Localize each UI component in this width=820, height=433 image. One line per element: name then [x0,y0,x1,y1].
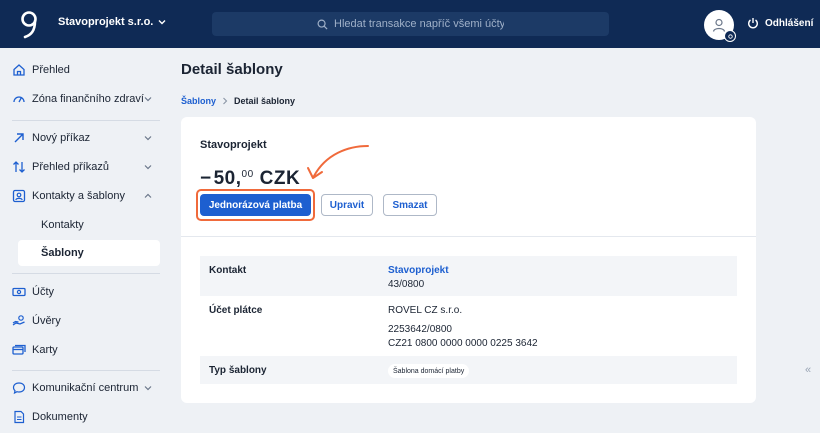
breadcrumb-link-sablony[interactable]: Šablony [181,96,216,106]
company-name: Stavoprojekt s.r.o. [58,16,154,28]
power-icon [748,18,758,29]
sidebar-item-karty[interactable]: Karty [0,336,168,364]
user-avatar[interactable] [704,10,736,42]
settings-badge-icon[interactable] [724,30,736,42]
amount-decimal: 00 [241,169,254,180]
gauge-icon [13,96,25,103]
page-title: Detail šablony [181,61,283,78]
sidebar-item-label: Kontakty a šablony [32,190,125,202]
company-switcher[interactable]: Stavoprojekt s.r.o. [58,16,167,28]
contact-link[interactable]: Stavoprojekt [388,265,449,276]
template-amount: − 50, 00 CZK [200,168,300,190]
chevron-down-icon [144,136,152,141]
sidebar-item-label: Úvěry [32,315,61,327]
payer-name: ROVEL CZ s.r.o. [388,305,463,316]
sidebar-item-ucty[interactable]: Účty [0,278,168,306]
detail-key: Typ šablony [209,365,267,376]
one-time-payment-button[interactable]: Jednorázová platba [200,194,311,216]
chevron-right-icon [223,97,228,105]
sidebar-item-sablony[interactable]: Šablony [18,240,160,266]
chevron-down-icon [144,97,152,102]
sidebar-item-komunikacni-centrum[interactable]: Komunikační centrum [0,374,168,402]
search-icon [317,19,328,30]
detail-row-typ-sablony: Typ šablony Šablona domácí platby [200,356,737,384]
template-card: Stavoprojekt − 50, 00 CZK Jednorázová pl… [181,117,756,403]
sidebar-item-label: Nový příkaz [32,132,91,144]
chevron-up-icon [144,193,152,198]
global-search[interactable] [212,12,609,36]
sidebar-item-label: Karty [32,344,58,356]
sidebar-item-label: Zóna finančního zdraví [32,93,144,105]
sidebar-item-zona[interactable]: Zóna finančního zdraví [0,85,168,113]
template-type-tag: Šablona domácí platby [388,364,470,378]
contact-card-icon [12,189,26,203]
sidebar-item-label: Přehled [32,64,70,76]
sidebar-item-label: Kontakty [41,219,84,231]
sidebar-item-novy-prikaz[interactable]: Nový příkaz [0,124,168,152]
sidebar-item-prehled[interactable]: Přehled [0,56,168,84]
sidebar-item-kontakty-sablony[interactable]: Kontakty a šablony [0,182,168,210]
template-name: Stavoprojekt [200,139,267,151]
detail-key: Kontakt [209,265,247,276]
amount-integer: 50, [213,168,242,189]
sidebar-item-prehled-prikazu[interactable]: Přehled příkazů [0,153,168,181]
arrows-updown-icon [13,161,25,173]
edit-button[interactable]: Upravit [321,194,373,216]
loan-hand-icon [12,315,25,326]
chevron-down-icon [144,386,152,391]
breadcrumb-current: Detail šablony [234,96,296,106]
amount-sign: − [200,168,212,189]
contact-account: 43/0800 [388,279,425,290]
top-bar: Stavoprojekt s.r.o. Odhlášení [0,0,820,48]
chat-icon [12,382,26,395]
annotation-arrow-icon [307,145,369,179]
sidebar-item-dokumenty[interactable]: Dokumenty [0,403,168,431]
sidebar-item-label: Šablony [41,247,84,259]
detail-row-kontakt: Kontakt Stavoprojekt 43/0800 [200,256,737,296]
sidebar-divider [12,273,160,274]
sidebar-item-label: Komunikační centrum [32,382,139,394]
payer-iban: CZ21 0800 0000 0000 0225 3642 [388,338,538,349]
card-divider [181,236,756,237]
chevron-down-icon [144,165,152,170]
sidebar-item-label: Přehled příkazů [32,161,110,173]
sidebar: Přehled Zóna finančního zdraví Nový přík… [0,48,168,433]
detail-row-ucet-platce: Účet plátce ROVEL CZ s.r.o. 2253642/0800… [200,296,737,356]
sidebar-divider [12,370,160,371]
logout-label: Odhlášení [765,17,814,29]
cards-icon [12,344,26,355]
breadcrumb: Šablony Detail šablony [181,96,295,106]
amount-currency: CZK [259,168,301,189]
delete-button[interactable]: Smazat [383,194,437,216]
collapse-panel-icon[interactable]: « [805,364,811,376]
sidebar-item-uvery[interactable]: Úvěry [0,307,168,335]
payer-account: 2253642/0800 [388,324,452,335]
logout-button[interactable]: Odhlášení [747,17,813,29]
banknote-icon [12,287,26,297]
detail-key: Účet plátce [209,305,263,316]
sidebar-item-label: Účty [32,286,54,298]
sidebar-item-label: Dokumenty [32,411,88,423]
chevron-down-icon [158,20,166,25]
sidebar-divider [12,120,160,121]
user-icon [712,18,726,32]
sidebar-item-kontakty[interactable]: Kontakty [0,211,168,239]
home-icon [13,64,25,76]
document-icon [14,410,25,424]
arrow-up-right-icon [14,133,24,143]
bank-logo-icon[interactable] [18,9,40,39]
search-input[interactable] [334,18,504,30]
